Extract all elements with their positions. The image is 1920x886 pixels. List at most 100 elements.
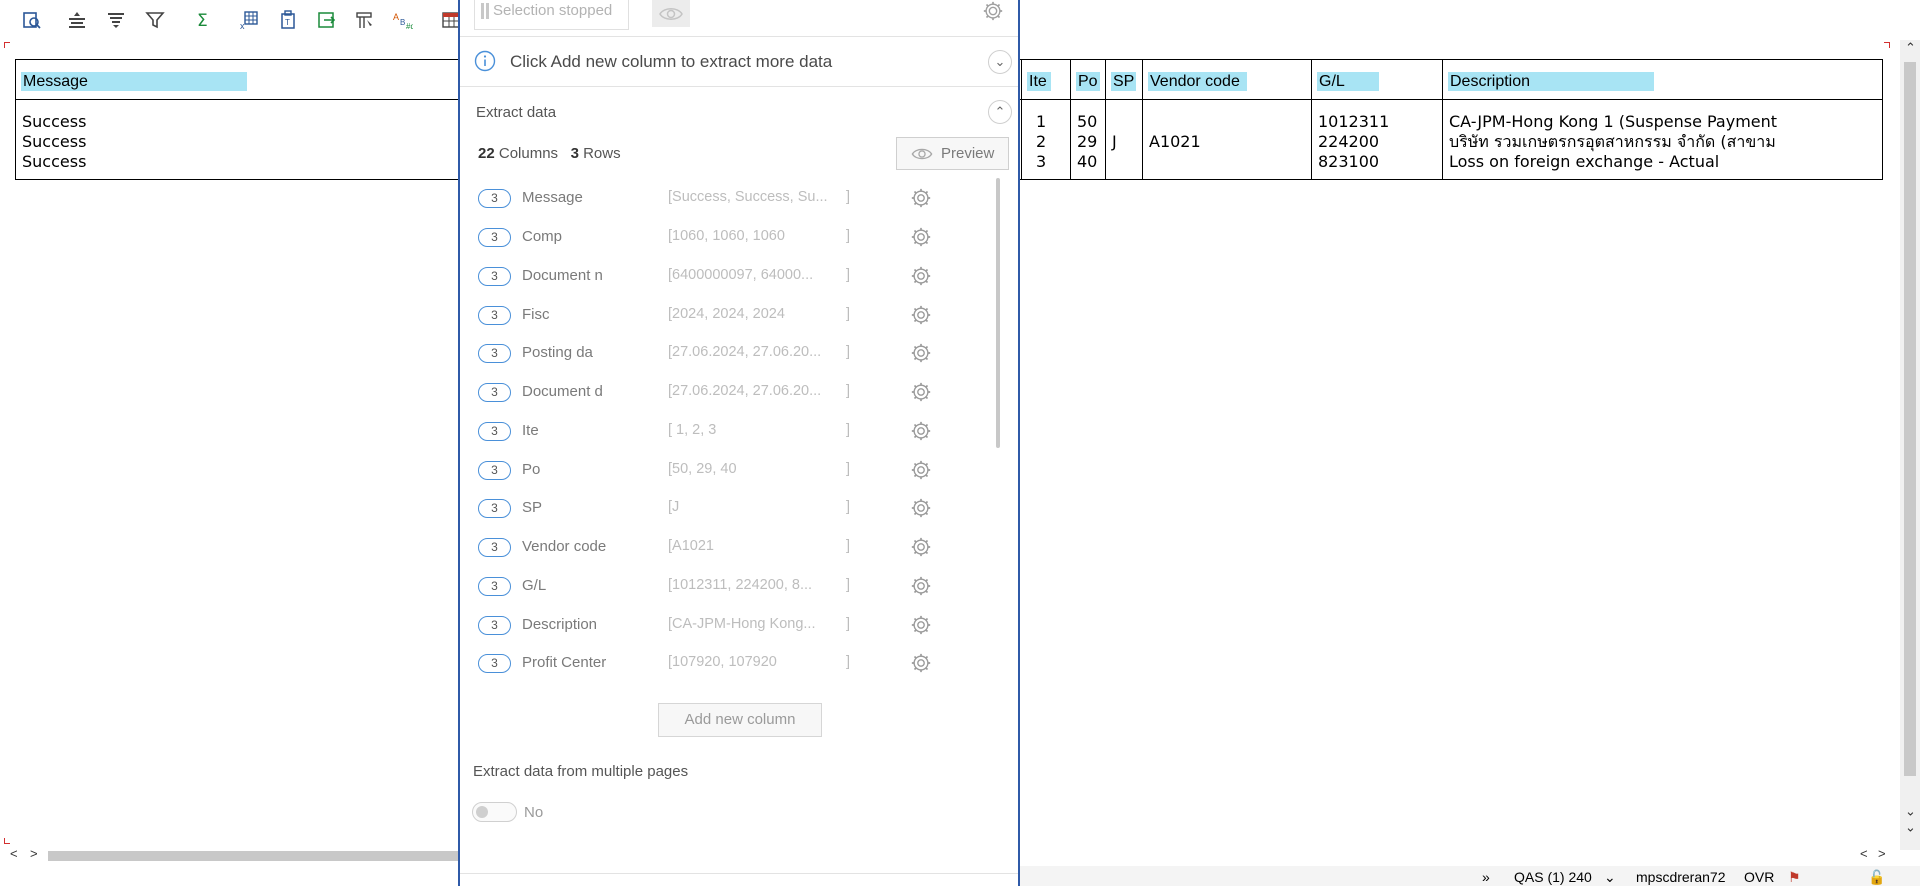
column-values-preview: [Success, Success, Su... — [668, 189, 828, 205]
column-name: Document d — [522, 383, 603, 400]
grid-cell-description[interactable]: CA-JPM-Hong Kong 1 (Suspense Payment — [1449, 112, 1777, 132]
expand-info-button[interactable]: ⌄ — [988, 50, 1012, 74]
extract-column-item[interactable]: 3 Vendor code [A1021] — [478, 529, 988, 568]
count-badge: 3 — [478, 344, 511, 363]
extract-column-item[interactable]: 3 Message [Success, Success, Su...] — [478, 180, 988, 219]
print-preview-button[interactable]: T — [277, 9, 299, 31]
grid-cell-description[interactable]: Loss on foreign exchange - Actual — [1449, 152, 1719, 172]
column-settings-gear-icon[interactable] — [910, 304, 932, 326]
filter-button[interactable] — [144, 9, 166, 31]
layout-button[interactable] — [354, 9, 376, 31]
grid-cell-po[interactable]: 50 — [1077, 112, 1097, 132]
extract-column-item[interactable]: 3 Profit Center [107920, 107920] — [478, 645, 988, 684]
sort-ascending-button[interactable] — [66, 9, 88, 31]
extract-counts: 22 Columns 3 Rows — [478, 145, 621, 162]
column-settings-gear-icon[interactable] — [910, 575, 932, 597]
column-values-preview: [107920, 107920 — [668, 654, 777, 670]
extract-column-item[interactable]: 3 SP [J] — [478, 490, 988, 529]
subtotal-button[interactable]: x — [238, 9, 260, 31]
grid-cell-message[interactable]: Success — [22, 152, 86, 172]
column-settings-gear-icon[interactable] — [910, 614, 932, 636]
column-header-gl[interactable]: G/L — [1317, 72, 1379, 91]
grid-cell-gl[interactable]: 823100 — [1318, 152, 1379, 172]
scroll-down-icon[interactable]: ⌃ — [1905, 818, 1916, 834]
column-settings-gear-icon[interactable] — [910, 536, 932, 558]
extract-column-item[interactable]: 3 Po [50, 29, 40] — [478, 452, 988, 491]
column-header-item[interactable]: Ite — [1027, 72, 1051, 91]
grid-cell-item[interactable]: 1 — [1036, 112, 1046, 132]
multi-page-toggle[interactable] — [472, 802, 517, 822]
print-preview-icon: T — [281, 10, 295, 29]
export-button[interactable] — [316, 9, 338, 31]
extract-column-item[interactable]: 3 Description [CA-JPM-Hong Kong...] — [478, 607, 988, 646]
grid-cell-item[interactable]: 3 — [1036, 152, 1046, 172]
column-name: Message — [522, 189, 583, 206]
column-settings-gear-icon[interactable] — [910, 187, 932, 209]
column-settings-gear-icon[interactable] — [910, 226, 932, 248]
scroll-left-icon[interactable]: < — [10, 846, 18, 861]
column-values-close: ] — [846, 422, 851, 438]
grid-cell-description[interactable]: บริษัท รวมเกษตรกรอุตสาหกรรม จำกัด (สาขาม — [1449, 132, 1776, 152]
column-values-preview: [27.06.2024, 27.06.20... — [668, 344, 822, 360]
sum-button[interactable]: Σ — [192, 9, 214, 31]
list-scrollbar-thumb[interactable] — [996, 178, 1000, 448]
grid-cell-vendor[interactable]: A1021 — [1149, 132, 1201, 152]
extract-column-item[interactable]: 3 Document d [27.06.2024, 27.06.20...] — [478, 374, 988, 413]
grid-cell-message[interactable]: Success — [22, 112, 86, 132]
column-values-close: ] — [846, 654, 851, 670]
grid-cell-gl[interactable]: 224200 — [1318, 132, 1379, 152]
system-info[interactable]: QAS (1) 240 — [1514, 869, 1592, 885]
extract-column-item[interactable]: 3 Comp [1060, 1060, 1060] — [478, 219, 988, 258]
extract-column-item[interactable]: 3 Document n [6400000097, 64000...] — [478, 258, 988, 297]
column-settings-gear-icon[interactable] — [910, 459, 932, 481]
spell-check-button[interactable]: AB#d35400 — [392, 9, 414, 31]
column-header-message[interactable]: Message — [21, 72, 247, 91]
chevron-down-icon[interactable]: ⌄ — [1604, 869, 1616, 886]
grid-cell-message[interactable]: Success — [22, 132, 86, 152]
scroll-right-icon[interactable]: > — [30, 846, 38, 861]
vertical-scrollbar[interactable]: ⌃ ⌃ ⌃ ⌃ — [1900, 40, 1920, 850]
preview-button[interactable]: Preview — [896, 137, 1009, 170]
selection-status[interactable]: Selection stopped — [474, 0, 629, 30]
column-header-description[interactable]: Description — [1448, 72, 1654, 91]
column-values-close: ] — [846, 306, 851, 322]
scroll-down-icon[interactable]: ⌃ — [1905, 802, 1916, 818]
column-settings-gear-icon[interactable] — [910, 265, 932, 287]
column-values-preview: [ 1, 2, 3 — [668, 422, 717, 438]
scroll-left-icon[interactable]: < — [1860, 846, 1868, 861]
eye-button[interactable] — [652, 0, 690, 27]
column-settings-gear-icon[interactable] — [910, 497, 932, 519]
scroll-right-icon[interactable]: > — [1878, 846, 1886, 861]
sort-descending-button[interactable] — [105, 9, 127, 31]
add-new-column-button[interactable]: Add new column — [658, 703, 822, 737]
column-name: Document n — [522, 267, 603, 284]
eye-icon — [659, 7, 683, 20]
grid-cell-gl[interactable]: 1012311 — [1318, 112, 1389, 132]
column-settings-gear-icon[interactable] — [910, 342, 932, 364]
grid-cell-sp[interactable]: J — [1112, 132, 1117, 152]
expand-icon[interactable]: » — [1482, 869, 1490, 885]
collapse-section-button[interactable]: ⌃ — [988, 100, 1012, 124]
count-badge: 3 — [478, 538, 511, 557]
grid-cell-item[interactable]: 2 — [1036, 132, 1046, 152]
column-values-close: ] — [846, 344, 851, 360]
column-header-sp[interactable]: SP — [1111, 72, 1137, 91]
column-header-po[interactable]: Po — [1076, 72, 1100, 91]
grid-cell-po[interactable]: 40 — [1077, 152, 1097, 172]
scrollbar-thumb[interactable] — [1904, 62, 1916, 776]
column-header-vendor[interactable]: Vendor code — [1148, 72, 1247, 91]
column-settings-gear-icon[interactable] — [910, 381, 932, 403]
column-values-close: ] — [846, 577, 851, 593]
settings-gear-icon[interactable] — [982, 0, 1004, 22]
extract-column-item[interactable]: 3 Ite [ 1, 2, 3] — [478, 413, 988, 452]
column-name: Description — [522, 616, 598, 633]
grid-cell-po[interactable]: 29 — [1077, 132, 1097, 152]
details-button[interactable] — [20, 9, 42, 31]
multi-page-toggle-label: No — [524, 804, 544, 821]
column-settings-gear-icon[interactable] — [910, 420, 932, 442]
column-settings-gear-icon[interactable] — [910, 652, 932, 674]
extract-column-item[interactable]: 3 Posting da [27.06.2024, 27.06.20...] — [478, 335, 988, 374]
extract-column-item[interactable]: 3 Fisc [2024, 2024, 2024] — [478, 297, 988, 336]
extract-column-item[interactable]: 3 G/L [1012311, 224200, 8...] — [478, 568, 988, 607]
section-title: Extract data — [476, 104, 557, 121]
